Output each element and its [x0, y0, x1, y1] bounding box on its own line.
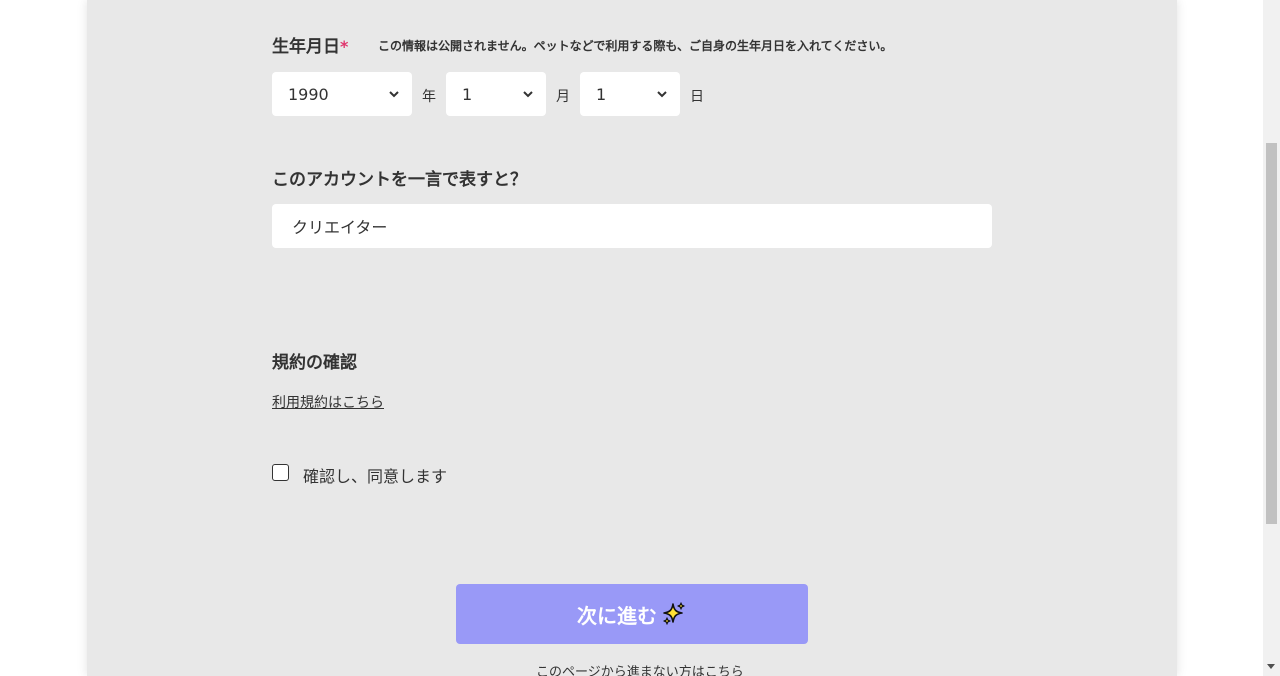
year-unit: 年 — [422, 89, 436, 105]
month-unit: 月 — [556, 89, 570, 105]
chevron-down-icon — [389, 91, 399, 98]
month-select[interactable]: 1 — [446, 72, 546, 116]
agree-checkbox[interactable] — [272, 464, 289, 481]
account-description-label: このアカウントを一言で表すと？ — [272, 170, 527, 190]
day-select[interactable]: 1 — [580, 72, 680, 116]
chevron-down-icon — [523, 91, 533, 98]
sparkles-icon — [663, 602, 685, 625]
agree-label[interactable]: 確認し、同意します — [303, 463, 447, 487]
skip-link[interactable]: このページから進まない方はこちら — [536, 661, 744, 676]
year-select[interactable]: 1990 — [272, 72, 412, 116]
scroll-down-arrow-icon[interactable] — [1267, 664, 1275, 669]
account-description-input[interactable] — [272, 204, 992, 248]
year-select-value: 1990 — [288, 85, 329, 104]
birthdate-label-text: 生年月日 — [272, 37, 340, 57]
birthdate-hint: この情報は公開されません。ペットなどで利用する際も、ご自身の生年月日を入れてくだ… — [378, 39, 893, 53]
required-mark: * — [340, 37, 349, 56]
scrollbar-thumb[interactable] — [1266, 143, 1277, 524]
birthdate-label: 生年月日* — [272, 32, 348, 57]
terms-link[interactable]: 利用規約はこちら — [272, 392, 384, 412]
day-select-value: 1 — [596, 85, 607, 104]
next-button-label: 次に進む — [577, 603, 657, 628]
chevron-down-icon — [657, 91, 667, 98]
day-unit: 日 — [690, 89, 704, 105]
next-button[interactable]: 次に進む — [456, 584, 808, 644]
page: 生年月日* この情報は公開されません。ペットなどで利用する際も、ご自身の生年月日… — [0, 0, 1280, 676]
scrollbar[interactable] — [1263, 0, 1280, 676]
month-select-value: 1 — [462, 85, 473, 104]
terms-label: 規約の確認 — [272, 353, 357, 373]
